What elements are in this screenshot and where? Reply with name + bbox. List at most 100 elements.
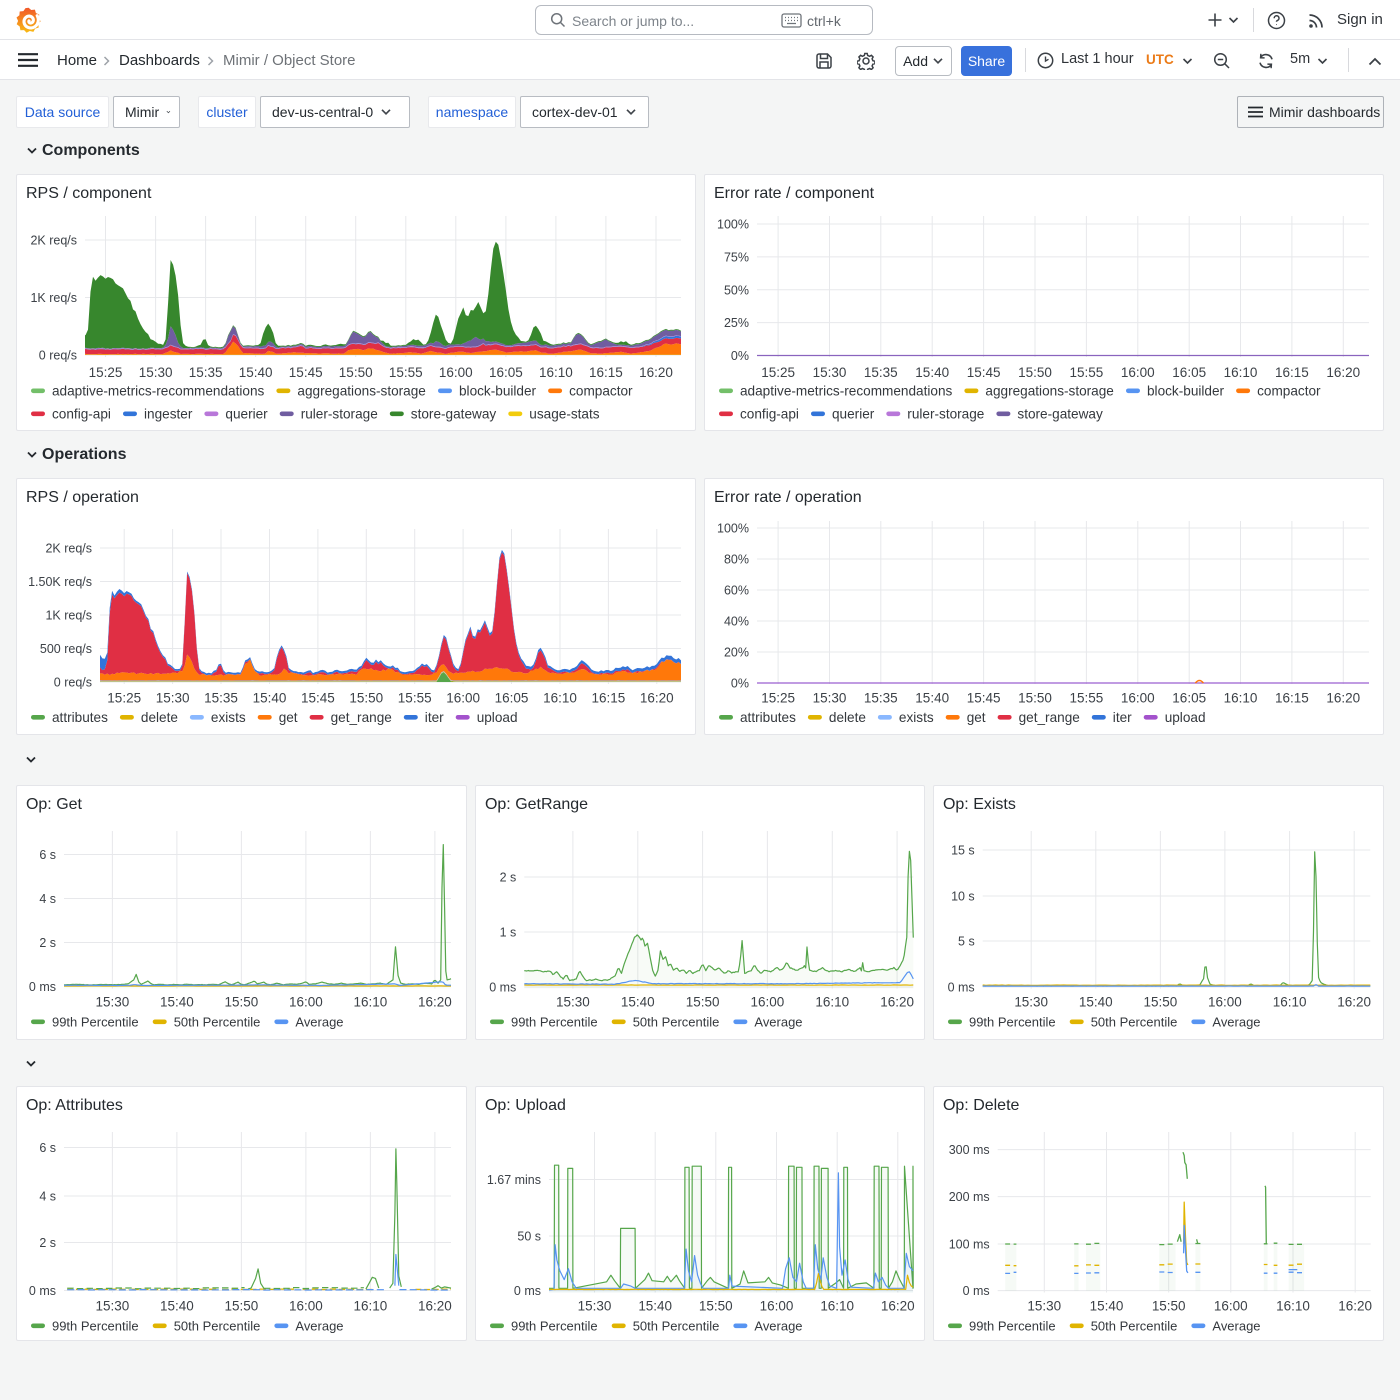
svg-text:16:00: 16:00 [1214,1299,1248,1314]
svg-text:16:00: 16:00 [750,995,784,1010]
svg-text:15:40: 15:40 [638,1299,672,1314]
svg-text:Average: Average [754,1318,802,1333]
svg-text:15:40: 15:40 [1079,995,1113,1010]
svg-text:60%: 60% [724,584,749,598]
svg-text:iter: iter [425,710,444,725]
svg-text:50th Percentile: 50th Percentile [632,1318,719,1333]
svg-text:1.67 mins: 1.67 mins [487,1173,541,1187]
svg-text:15:55: 15:55 [1070,691,1104,706]
svg-text:querier: querier [832,407,875,422]
svg-text:16:10: 16:10 [539,365,573,380]
svg-text:0 ms: 0 ms [514,1284,541,1298]
svg-text:16:20: 16:20 [639,365,673,380]
svg-text:get_range: get_range [1019,710,1080,725]
svg-text:16:10: 16:10 [815,995,849,1010]
svg-text:16:10: 16:10 [1276,1299,1310,1314]
svg-text:exists: exists [211,710,246,725]
svg-text:querier: querier [225,407,268,422]
svg-text:15:50: 15:50 [685,995,719,1010]
svg-text:compactor: compactor [1257,384,1321,399]
svg-text:aggregations-storage: aggregations-storage [297,384,425,399]
svg-text:99th Percentile: 99th Percentile [969,1014,1056,1029]
svg-text:15:35: 15:35 [204,691,238,706]
svg-text:exists: exists [899,710,934,725]
svg-text:1K req/s: 1K req/s [45,609,92,623]
svg-text:16:20: 16:20 [1339,1299,1373,1314]
svg-text:0 ms: 0 ms [29,980,56,994]
svg-text:attributes: attributes [52,710,108,725]
svg-text:16:15: 16:15 [1275,365,1309,380]
svg-text:0 ms: 0 ms [963,1284,990,1298]
svg-text:4 s: 4 s [39,892,56,906]
svg-text:2 s: 2 s [499,871,516,885]
svg-text:200 ms: 200 ms [949,1190,990,1204]
svg-text:15:30: 15:30 [139,365,173,380]
svg-text:4 s: 4 s [39,1190,56,1204]
svg-text:Average: Average [1213,1318,1261,1333]
svg-text:16:10: 16:10 [543,691,577,706]
svg-text:adaptive-metrics-recommendatio: adaptive-metrics-recommendations [52,384,264,399]
svg-text:upload: upload [1165,710,1206,725]
svg-text:15:55: 15:55 [398,691,432,706]
svg-text:16:10: 16:10 [1224,365,1258,380]
svg-text:15:35: 15:35 [189,365,223,380]
svg-text:16:10: 16:10 [1273,995,1307,1010]
svg-text:16:05: 16:05 [1172,365,1206,380]
svg-text:15:30: 15:30 [813,691,847,706]
svg-text:Average: Average [1213,1014,1261,1029]
svg-text:5 s: 5 s [958,934,975,948]
svg-text:15:40: 15:40 [621,995,655,1010]
svg-text:15:40: 15:40 [239,365,273,380]
svg-text:store-gateway: store-gateway [1017,407,1103,422]
svg-text:16:00: 16:00 [289,995,323,1010]
svg-text:upload: upload [477,710,518,725]
svg-text:16:00: 16:00 [1121,365,1155,380]
svg-text:99th Percentile: 99th Percentile [511,1318,598,1333]
svg-text:15:30: 15:30 [1015,995,1049,1010]
svg-text:attributes: attributes [740,710,796,725]
svg-text:15:50: 15:50 [1018,365,1052,380]
svg-text:delete: delete [829,710,866,725]
svg-text:block-builder: block-builder [459,384,537,399]
svg-text:Average: Average [295,1318,343,1333]
svg-text:50th Percentile: 50th Percentile [632,1014,719,1029]
svg-text:16:20: 16:20 [418,995,452,1010]
svg-text:15:40: 15:40 [915,365,949,380]
svg-text:2 s: 2 s [39,936,56,950]
svg-text:15:30: 15:30 [1028,1299,1062,1314]
svg-text:16:00: 16:00 [439,365,473,380]
svg-text:16:00: 16:00 [1121,691,1155,706]
svg-text:0%: 0% [731,677,749,691]
svg-text:50th Percentile: 50th Percentile [174,1318,261,1333]
svg-text:15:50: 15:50 [339,365,373,380]
svg-text:Error rate / component: Error rate / component [714,185,875,202]
svg-text:Op: Upload: Op: Upload [485,1097,566,1114]
svg-text:16:20: 16:20 [881,1299,915,1314]
svg-text:16:10: 16:10 [354,1299,388,1314]
svg-text:adaptive-metrics-recommendatio: adaptive-metrics-recommendations [740,384,952,399]
svg-text:50th Percentile: 50th Percentile [1091,1318,1178,1333]
svg-text:15:25: 15:25 [761,365,795,380]
svg-text:ruler-storage: ruler-storage [907,407,984,422]
svg-text:ruler-storage: ruler-storage [301,407,378,422]
svg-text:compactor: compactor [569,384,633,399]
svg-text:15 s: 15 s [951,844,975,858]
svg-text:15:50: 15:50 [349,691,383,706]
svg-text:get: get [967,710,986,725]
svg-text:15:50: 15:50 [1018,691,1052,706]
svg-text:500 req/s: 500 req/s [40,642,92,656]
svg-text:15:55: 15:55 [1070,365,1104,380]
svg-text:99th Percentile: 99th Percentile [969,1318,1056,1333]
svg-text:usage-stats: usage-stats [529,407,599,422]
svg-text:50%: 50% [724,283,749,297]
svg-text:6 s: 6 s [39,848,56,862]
svg-text:40%: 40% [724,615,749,629]
svg-text:15:40: 15:40 [160,1299,194,1314]
svg-text:15:30: 15:30 [156,691,190,706]
svg-text:15:55: 15:55 [389,365,423,380]
svg-text:Op: Attributes: Op: Attributes [26,1097,123,1114]
svg-text:100%: 100% [717,522,749,536]
svg-text:15:40: 15:40 [1090,1299,1124,1314]
svg-text:16:15: 16:15 [1275,691,1309,706]
svg-text:Average: Average [295,1014,343,1029]
